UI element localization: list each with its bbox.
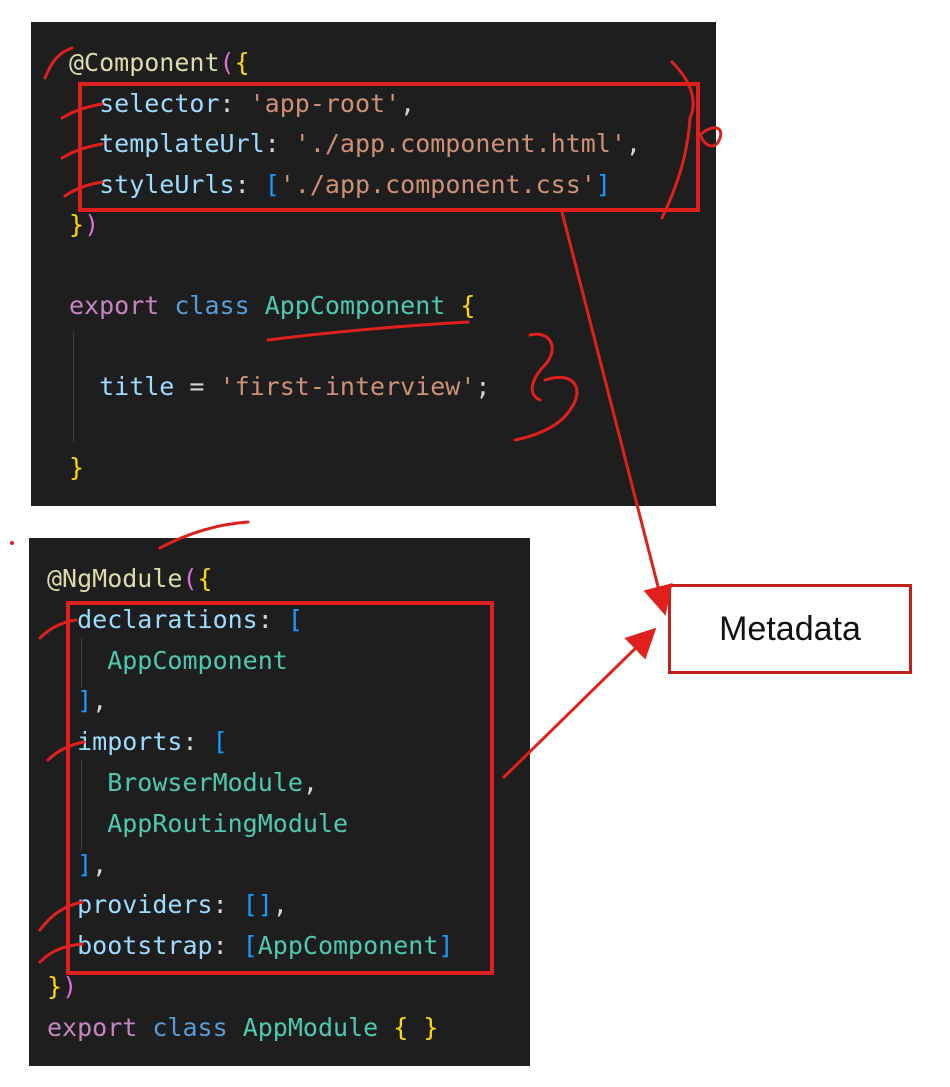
code-token: class [174, 291, 250, 320]
code-token: } [69, 210, 85, 239]
code-token: } [47, 972, 63, 1001]
code-token: @NgModule [47, 564, 183, 593]
code-token: = [174, 372, 220, 401]
code-line: } [69, 453, 84, 483]
code-token: export [47, 1012, 138, 1042]
metadata-label-box: Metadata [668, 584, 912, 674]
code-token: ; [475, 372, 491, 401]
code-line: export class AppComponent { [69, 291, 475, 321]
metadata-label: Metadata [719, 609, 861, 648]
code-token: AppModule [242, 1012, 379, 1042]
code-token: @Component [69, 48, 220, 77]
code-line: export class AppModule { } [47, 1013, 438, 1043]
code-line: @Component({ [69, 48, 250, 78]
code-line: }) [69, 210, 99, 240]
code-token: AppComponent [264, 291, 446, 320]
code-token: { [234, 48, 250, 77]
code-token: ( [182, 564, 198, 593]
code-token: ) [62, 972, 78, 1001]
code-token: title [69, 372, 175, 401]
code-line: title = 'first-interview'; [69, 372, 490, 402]
code-token: } [69, 453, 85, 482]
code-token: ( [219, 48, 235, 77]
code-line: @NgModule({ [47, 564, 213, 594]
component-metadata-highlight [78, 82, 700, 212]
code-line: }) [47, 972, 77, 1002]
code-token: 'first-interview' [219, 372, 476, 401]
code-token: class [152, 1012, 228, 1042]
code-token: ) [84, 210, 100, 239]
code-token: { [460, 291, 476, 320]
code-token: export [69, 291, 160, 320]
code-token: { [197, 564, 213, 593]
code-token: { } [393, 1012, 439, 1042]
stray-dot [10, 541, 14, 545]
module-metadata-highlight [66, 601, 494, 975]
